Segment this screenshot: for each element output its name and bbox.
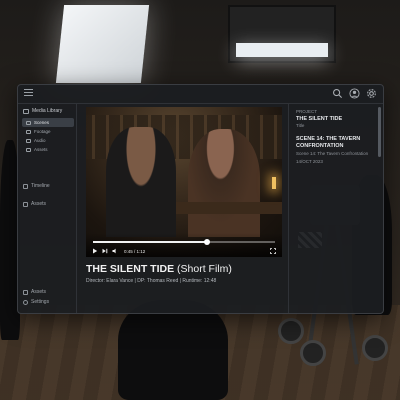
folder-label: Scenes bbox=[34, 120, 50, 125]
folder-tree: Scenes Footage Audio Assets bbox=[22, 118, 74, 154]
control-row: 0:45 / 1:12 bbox=[92, 247, 276, 255]
studio-lamp bbox=[228, 5, 336, 63]
scene-title: SCENE 14: THE TAVERN CONFRONTATION bbox=[296, 136, 361, 149]
folder-label: Assets bbox=[34, 147, 48, 152]
assets-icon bbox=[23, 201, 28, 207]
dolly-wheel bbox=[362, 335, 388, 361]
folder-item-assets[interactable]: Assets bbox=[22, 145, 74, 154]
tavern-table bbox=[176, 202, 282, 214]
folder-label: Footage bbox=[34, 129, 51, 134]
search-icon[interactable] bbox=[332, 88, 343, 99]
sidebar-item-label: Settings bbox=[31, 299, 50, 305]
dolly-wheel bbox=[278, 318, 304, 344]
actor-woman bbox=[188, 129, 260, 237]
skip-forward-icon[interactable] bbox=[102, 248, 108, 254]
gear-icon bbox=[23, 299, 28, 305]
toolbar-icons bbox=[332, 88, 377, 99]
hamburger-menu-icon[interactable] bbox=[24, 89, 33, 98]
progress-bar[interactable] bbox=[93, 239, 275, 245]
folder-icon bbox=[23, 108, 29, 114]
sidebar-item-label: Assets bbox=[31, 201, 47, 207]
sidebar-item-timeline[interactable]: Timeline bbox=[23, 183, 50, 189]
scene-date: 14/OCT 2023 bbox=[296, 159, 323, 164]
project-subtitle: Title bbox=[296, 123, 305, 128]
title-bar bbox=[18, 85, 383, 104]
sidebar-item-assets[interactable]: Assets bbox=[23, 201, 46, 207]
folder-icon bbox=[26, 129, 31, 134]
film-credits: Director: Elara Vance | DP: Thomas Reed … bbox=[86, 278, 217, 284]
softbox-light bbox=[55, 5, 150, 83]
film-title-subtitle: (Short Film) bbox=[177, 263, 232, 275]
folder-item-audio[interactable]: Audio bbox=[22, 136, 74, 145]
user-icon[interactable] bbox=[349, 88, 360, 99]
sidebar-item-label: Assets bbox=[31, 289, 47, 295]
video-player[interactable]: 0:45 / 1:12 bbox=[86, 107, 282, 257]
assets-icon bbox=[23, 289, 28, 295]
player-controls: 0:45 / 1:12 bbox=[86, 233, 282, 257]
volume-icon[interactable] bbox=[112, 248, 118, 254]
folder-label: Audio bbox=[34, 138, 46, 143]
scene-detail: Scene 14: The Tavern Confrontation bbox=[296, 151, 369, 156]
actor-man bbox=[106, 127, 176, 237]
media-library-label: Media Library bbox=[32, 108, 63, 114]
timeline-icon bbox=[23, 183, 28, 189]
film-title: THE SILENT TIDE (Short Film) bbox=[86, 263, 232, 275]
sidebar-item-assets-bottom[interactable]: Assets bbox=[23, 289, 46, 295]
film-title-main: THE SILENT TIDE bbox=[86, 263, 175, 275]
progress-fill bbox=[93, 241, 207, 243]
project-label: PROJECT bbox=[296, 109, 318, 114]
panel-scrollbar[interactable] bbox=[378, 107, 381, 157]
media-library-header[interactable]: Media Library bbox=[23, 108, 62, 114]
folder-item-scenes[interactable]: Scenes bbox=[22, 118, 74, 127]
media-app-window: Media Library Scenes Footage Audio Asset… bbox=[17, 84, 384, 314]
fullscreen-icon[interactable] bbox=[270, 248, 276, 254]
folder-icon bbox=[26, 120, 31, 125]
project-title: THE SILENT TIDE bbox=[296, 116, 343, 122]
sidebar-item-settings[interactable]: Settings bbox=[23, 299, 49, 305]
gear-icon[interactable] bbox=[366, 88, 377, 99]
progress-thumb[interactable] bbox=[203, 239, 210, 245]
folder-icon bbox=[26, 147, 31, 152]
folder-item-footage[interactable]: Footage bbox=[22, 127, 74, 136]
play-icon[interactable] bbox=[92, 248, 98, 254]
foreground-figure bbox=[118, 300, 228, 400]
sidebar-item-label: Timeline bbox=[31, 183, 50, 189]
timecode: 0:45 / 1:12 bbox=[124, 248, 146, 254]
folder-icon bbox=[26, 138, 31, 143]
dolly-wheel bbox=[300, 340, 326, 366]
candle bbox=[272, 177, 276, 189]
project-info-panel: PROJECT THE SILENT TIDE Title SCENE 14: … bbox=[288, 103, 383, 313]
sidebar: Media Library Scenes Footage Audio Asset… bbox=[18, 103, 77, 313]
